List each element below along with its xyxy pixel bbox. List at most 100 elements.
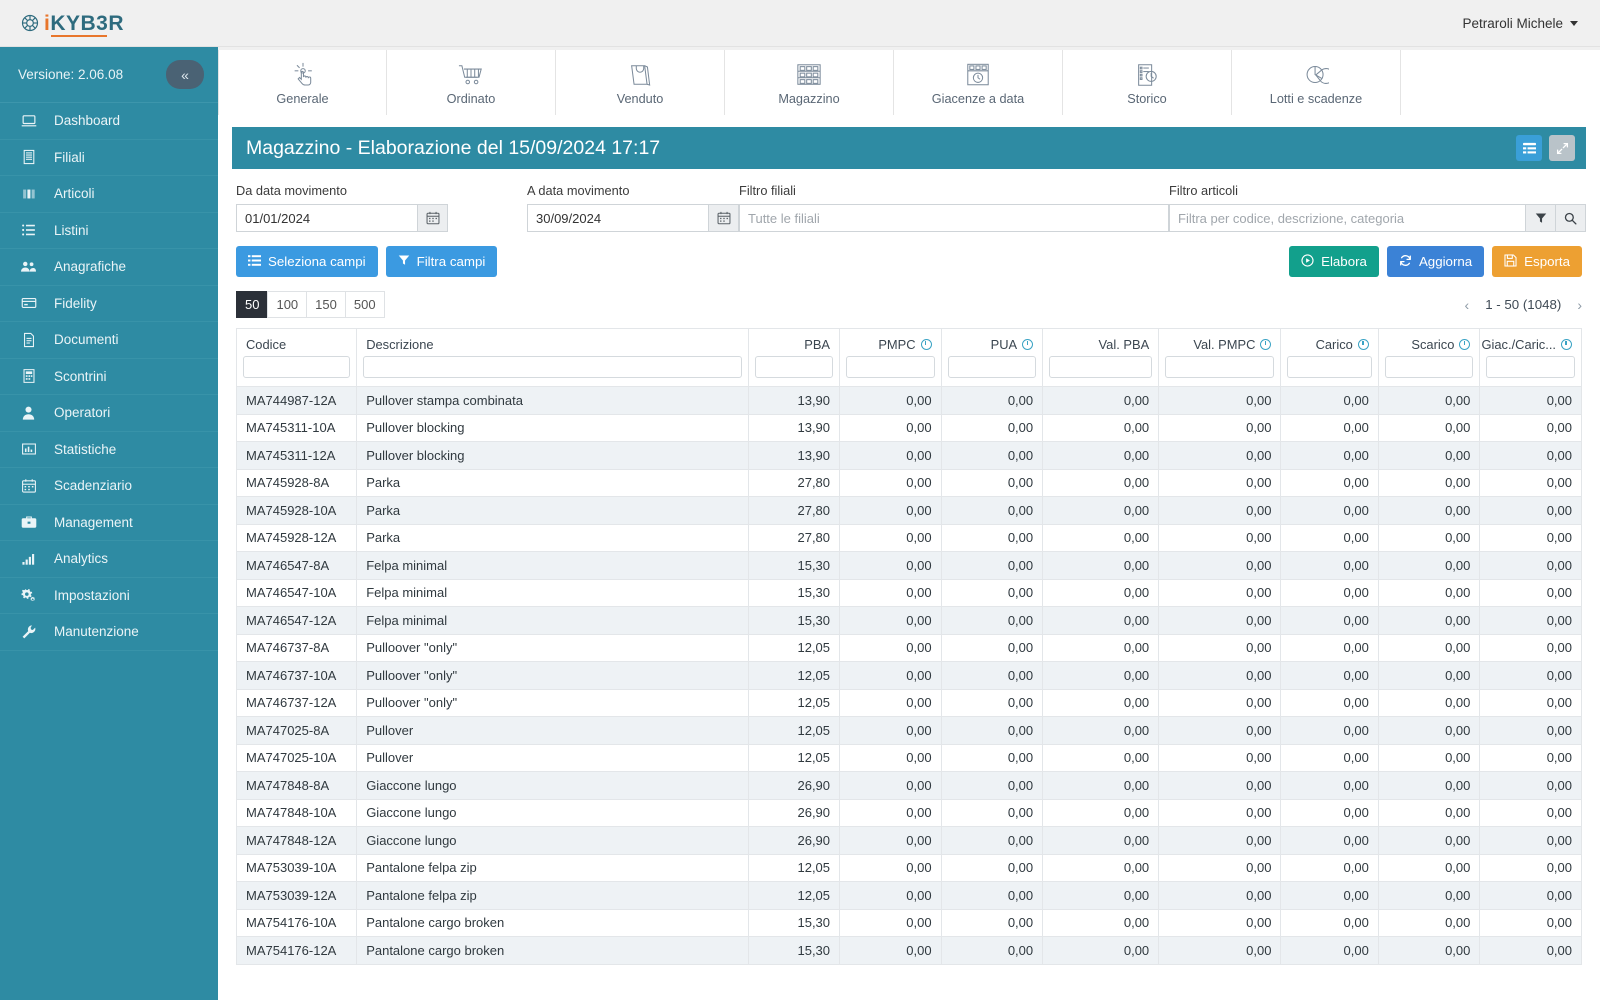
tab-storico[interactable]: Storico	[1063, 50, 1232, 115]
column-header-pba[interactable]: PBA	[747, 328, 841, 356]
clock-info-icon[interactable]	[1357, 339, 1369, 350]
tab-venduto[interactable]: Venduto	[556, 50, 725, 115]
sidebar-collapse-button[interactable]: «	[166, 60, 204, 89]
table-row[interactable]: MA753039-12A Pantalone felpa zip 12,05 0,00…	[235, 881, 1582, 910]
search-icon[interactable]	[1556, 204, 1586, 232]
page-size-500[interactable]: 500	[344, 291, 385, 318]
sidebar-item-anagrafiche[interactable]: Anagrafiche	[0, 249, 218, 286]
sidebar-item-operatori[interactable]: Operatori	[0, 395, 218, 432]
table-row[interactable]: MA745928-12A Parka 27,80 0,00 0,00 0,00 0,00 0,…	[235, 523, 1582, 552]
column-header-giac-caric-[interactable]: Giac./Caric...	[1479, 328, 1582, 356]
column-header-carico[interactable]: Carico	[1280, 328, 1379, 356]
table-cell: 0,00	[1042, 496, 1160, 525]
table-row[interactable]: MA746737-10A Pulloover "only" 12,05 0,00 0,0…	[235, 661, 1582, 690]
table-row[interactable]: MA746547-12A Felpa minimal 15,30 0,00 0,00 0,…	[235, 606, 1582, 635]
column-header-pmpc[interactable]: PMPC	[839, 328, 942, 356]
chevron-right-icon[interactable]: ›	[1577, 297, 1582, 313]
table-row[interactable]: MA746547-10A Felpa minimal 15,30 0,00 0,00 0,…	[235, 578, 1582, 607]
column-filter-input-val-pba[interactable]	[1049, 356, 1153, 378]
tab-giacenze-a-data[interactable]: Giacenze a data	[894, 50, 1063, 115]
articoli-search-input[interactable]	[1169, 204, 1526, 232]
da-data-input[interactable]	[236, 204, 418, 232]
sidebar-item-documenti[interactable]: Documenti	[0, 322, 218, 359]
sidebar-item-scadenziario[interactable]: Scadenziario	[0, 468, 218, 505]
clock-info-icon[interactable]	[920, 339, 932, 350]
sidebar-item-filiali[interactable]: Filiali	[0, 140, 218, 176]
page-size-150[interactable]: 150	[306, 291, 346, 318]
chevron-left-icon[interactable]: ‹	[1465, 297, 1470, 313]
sidebar-item-articoli[interactable]: Articoli	[0, 176, 218, 213]
column-filter-input-pua[interactable]	[947, 356, 1037, 378]
column-header-val-pmpc[interactable]: Val. PMPC	[1158, 328, 1282, 356]
table-row[interactable]: MA746737-8A Pulloover "only" 12,05 0,00 0,00…	[235, 633, 1582, 662]
table-row[interactable]: MA746737-12A Pulloover "only" 12,05 0,00 0,0…	[235, 688, 1582, 717]
table-row[interactable]: MA754176-12A Pantalone cargo broken 15,30 0…	[235, 936, 1582, 965]
sidebar-item-analytics[interactable]: Analytics	[0, 541, 218, 578]
filtra-campi-button[interactable]: Filtra campi	[385, 246, 498, 277]
calendar-icon[interactable]	[709, 204, 739, 232]
aggiorna-button[interactable]: Aggiorna	[1386, 246, 1485, 277]
column-header-codice[interactable]: Codice	[235, 328, 358, 356]
sidebar-item-management[interactable]: Management	[0, 505, 218, 541]
sidebar-item-statistiche[interactable]: Statistiche	[0, 432, 218, 468]
column-filter-input-descrizione[interactable]	[363, 356, 742, 378]
table-cell: 0,00	[1158, 468, 1282, 497]
sidebar-item-scontrini[interactable]: Scontrini	[0, 359, 218, 395]
sidebar-item-manutenzione[interactable]: Manutenzione	[0, 614, 218, 651]
clock-info-icon[interactable]	[1260, 339, 1272, 350]
table-row[interactable]: MA744987-12A Pullover stampa combinata 13,…	[235, 386, 1582, 415]
table-row[interactable]: MA746547-8A Felpa minimal 15,30 0,00 0,00 0,0…	[235, 551, 1582, 580]
table-row[interactable]: MA745311-12A Pullover blocking 13,90 0,00 0,…	[235, 441, 1582, 470]
a-data-input[interactable]	[527, 204, 709, 232]
user-menu[interactable]: Petraroli Michele	[1462, 16, 1600, 31]
seleziona-campi-button[interactable]: Seleziona campi	[236, 246, 378, 277]
column-filter-input-giac-caric-[interactable]	[1486, 356, 1575, 378]
column-header-val-pba[interactable]: Val. PBA	[1042, 328, 1160, 356]
table-view-button[interactable]	[1516, 135, 1542, 161]
table-cell: 0,00	[1377, 523, 1481, 552]
sidebar-item-fidelity[interactable]: Fidelity	[0, 286, 218, 322]
table-row[interactable]: MA747848-10A Giaccone lungo 26,90 0,00 0,00 0…	[235, 798, 1582, 827]
filiali-input[interactable]	[739, 204, 1169, 232]
page-size-50[interactable]: 50	[236, 291, 269, 318]
esporta-button[interactable]: Esporta	[1492, 246, 1582, 277]
tab-ordinato[interactable]: Ordinato	[387, 50, 556, 115]
elabora-button[interactable]: Elabora	[1289, 246, 1379, 277]
sidebar-item-dashboard[interactable]: Dashboard	[0, 103, 218, 140]
column-filter-input-val-pmpc[interactable]	[1165, 356, 1275, 378]
tab-lotti-e-scadenze[interactable]: Lotti e scadenze	[1232, 50, 1401, 115]
funnel-icon[interactable]	[1526, 204, 1556, 232]
table-row[interactable]: MA745311-10A Pullover blocking 13,90 0,00 0,…	[235, 413, 1582, 442]
table-row[interactable]: MA747025-8A Pullover 12,05 0,00 0,00 0,00 0,00…	[235, 716, 1582, 745]
column-header-descrizione[interactable]: Descrizione	[356, 328, 749, 356]
brand-logo[interactable]: iKYB3R	[0, 0, 218, 47]
table-row[interactable]: MA747848-12A Giaccone lungo 26,90 0,00 0,00 0…	[235, 826, 1582, 855]
table-row[interactable]: MA747025-10A Pullover 12,05 0,00 0,00 0,00 0,0…	[235, 743, 1582, 772]
column-filter-input-codice[interactable]	[243, 356, 351, 378]
table-cell: 0,00	[1158, 853, 1282, 882]
column-filter-input-pmpc[interactable]	[846, 356, 935, 378]
column-filter-input-pba[interactable]	[754, 356, 834, 378]
calendar-icon[interactable]	[418, 204, 448, 232]
clock-info-icon[interactable]	[1022, 339, 1034, 350]
table-row[interactable]: MA745928-8A Parka 27,80 0,00 0,00 0,00 0,00 0,0…	[235, 468, 1582, 497]
table-row[interactable]: MA754176-10A Pantalone cargo broken 15,30 0…	[235, 908, 1582, 937]
tab-generale[interactable]: Generale	[218, 50, 387, 115]
clock-info-icon[interactable]	[1459, 339, 1471, 350]
page-size-100[interactable]: 100	[267, 291, 308, 318]
column-header-scarico[interactable]: Scarico	[1377, 328, 1481, 356]
expand-button[interactable]	[1549, 135, 1575, 161]
tab-magazzino[interactable]: Magazzino	[725, 50, 894, 115]
clock-info-icon[interactable]	[1561, 339, 1572, 350]
sidebar-item-impostazioni[interactable]: Impostazioni	[0, 578, 218, 614]
table-cell: 0,00	[1479, 468, 1582, 497]
table-row[interactable]: MA745928-10A Parka 27,80 0,00 0,00 0,00 0,00 0,…	[235, 496, 1582, 525]
column-filter-input-carico[interactable]	[1287, 356, 1372, 378]
table-cell: 0,00	[1377, 798, 1481, 827]
shopping-bag-icon	[627, 60, 653, 88]
table-row[interactable]: MA753039-10A Pantalone felpa zip 12,05 0,00…	[235, 853, 1582, 882]
table-row[interactable]: MA747848-8A Giaccone lungo 26,90 0,00 0,00 0,…	[235, 771, 1582, 800]
column-header-pua[interactable]: PUA	[940, 328, 1044, 356]
column-filter-input-scarico[interactable]	[1384, 356, 1474, 378]
sidebar-item-listini[interactable]: Listini	[0, 213, 218, 249]
